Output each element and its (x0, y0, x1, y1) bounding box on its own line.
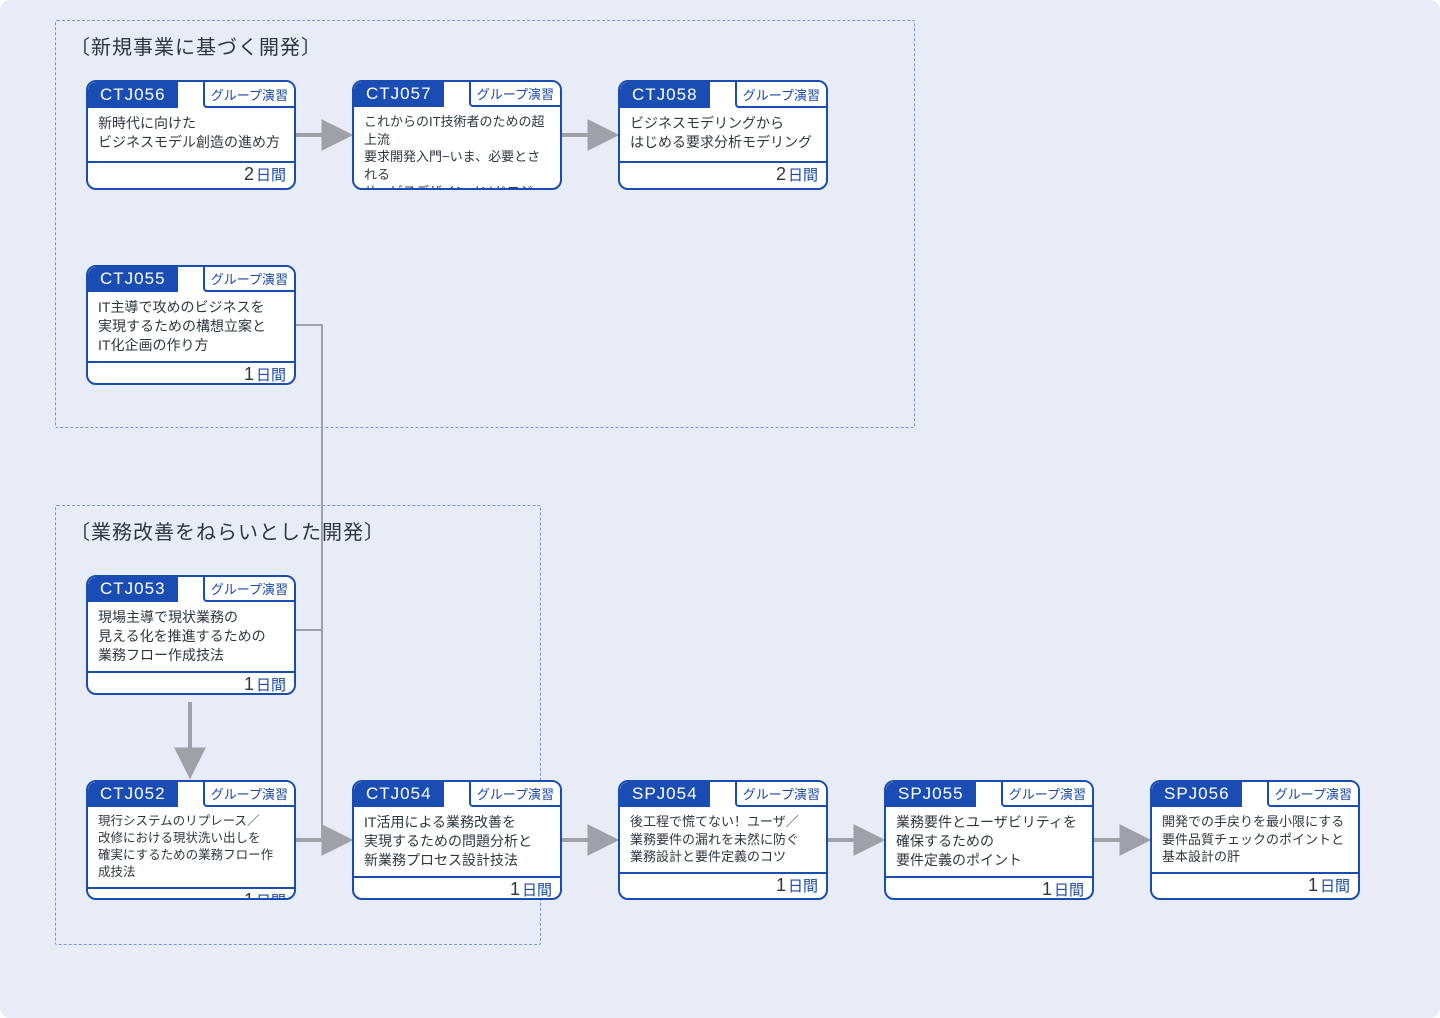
card-ctj052[interactable]: CTJ052 グループ演習 現行システムのリプレース／ 改修における現状洗い出し… (86, 780, 296, 900)
card-code: CTJ053 (88, 577, 178, 602)
card-title: IT活用による業務改善を 実現するための問題分析と 新業務プロセス設計技法 (354, 807, 560, 876)
diagram-canvas: 〔新規事業に基づく開発〕 〔業務改善をねらいとした開発〕 CTJ (0, 0, 1440, 1018)
zone-title-new-business: 〔新規事業に基づく開発〕 (70, 31, 322, 60)
card-ctj057[interactable]: CTJ057 グループ演習 これからのIT技術者のための超上流 要求開発入門−い… (352, 80, 562, 190)
card-code: SPJ056 (1152, 782, 1242, 807)
card-title: IT主導で攻めのビジネスを 実現するための構想立案と IT化企画の作り方 (88, 292, 294, 361)
card-duration-unit: 日間 (522, 879, 552, 900)
card-spj055[interactable]: SPJ055 グループ演習 業務要件とユーザビリティを 確保するための 要件定義… (884, 780, 1094, 900)
card-duration-unit: 日間 (788, 875, 818, 896)
card-tag: グループ演習 (203, 577, 294, 602)
card-duration-value: 2 (244, 164, 254, 185)
card-tag: グループ演習 (203, 82, 294, 108)
card-duration-value: 1 (1308, 875, 1318, 896)
card-title: 現行システムのリプレース／ 改修における現状洗い出しを 確実にするための業務フロ… (88, 807, 294, 887)
card-spj056[interactable]: SPJ056 グループ演習 開発での手戻りを最小限にする 要件品質チェックのポイ… (1150, 780, 1360, 900)
zone-title-improvement: 〔業務改善をねらいとした開発〕 (70, 516, 385, 545)
card-duration-value: 1 (510, 879, 520, 900)
card-duration-unit: 日間 (1320, 875, 1350, 896)
card-duration-value: 1 (244, 674, 254, 695)
card-tag: グループ演習 (1267, 782, 1358, 807)
card-code: CTJ052 (88, 782, 178, 807)
card-tag: グループ演習 (469, 82, 560, 107)
card-ctj054[interactable]: CTJ054 グループ演習 IT活用による業務改善を 実現するための問題分析と … (352, 780, 562, 900)
card-code: CTJ058 (620, 82, 710, 108)
card-code: SPJ055 (886, 782, 976, 807)
card-spj054[interactable]: SPJ054 グループ演習 後工程で慌てない！ユーザ／ 業務要件の漏れを未然に防… (618, 780, 828, 900)
card-title: 開発での手戻りを最小限にする 要件品質チェックのポイントと 基本設計の肝 (1152, 807, 1358, 872)
card-duration-unit: 日間 (1054, 879, 1084, 900)
card-tag: グループ演習 (203, 267, 294, 292)
card-tag: グループ演習 (1001, 782, 1092, 807)
card-duration-unit: 日間 (788, 164, 818, 185)
card-title: 後工程で慌てない！ユーザ／ 業務要件の漏れを未然に防ぐ 業務設計と要件定義のコツ (620, 807, 826, 872)
card-duration-value: 1 (776, 875, 786, 896)
card-ctj056[interactable]: CTJ056 グループ演習 新時代に向けた ビジネスモデル創造の進め方 2 日間 (86, 80, 296, 190)
card-code: CTJ055 (88, 267, 178, 292)
card-tag: グループ演習 (469, 782, 560, 807)
card-duration-value: 1 (244, 364, 254, 385)
card-code: SPJ054 (620, 782, 710, 807)
card-duration-value: 1 (1042, 879, 1052, 900)
card-title: これからのIT技術者のための超上流 要求開発入門−いま、必要とされる サービスデ… (354, 107, 560, 190)
card-code: CTJ054 (354, 782, 444, 807)
card-title: 業務要件とユーザビリティを 確保するための 要件定義のポイント (886, 807, 1092, 876)
card-tag: グループ演習 (735, 782, 826, 807)
card-title: ビジネスモデリングから はじめる要求分析モデリング (620, 108, 826, 161)
card-duration-value: 1 (244, 890, 254, 901)
card-tag: グループ演習 (203, 782, 294, 807)
card-duration-unit: 日間 (256, 674, 286, 695)
card-ctj053[interactable]: CTJ053 グループ演習 現場主導で現状業務の 見える化を推進するための 業務… (86, 575, 296, 695)
card-tag: グループ演習 (735, 82, 826, 108)
card-code: CTJ057 (354, 82, 444, 107)
card-duration-unit: 日間 (256, 890, 286, 901)
card-duration-unit: 日間 (256, 364, 286, 385)
card-duration-unit: 日間 (256, 164, 286, 185)
card-code: CTJ056 (88, 82, 178, 108)
card-ctj055[interactable]: CTJ055 グループ演習 IT主導で攻めのビジネスを 実現するための構想立案と… (86, 265, 296, 385)
card-ctj058[interactable]: CTJ058 グループ演習 ビジネスモデリングから はじめる要求分析モデリング … (618, 80, 828, 190)
card-title: 新時代に向けた ビジネスモデル創造の進め方 (88, 108, 294, 161)
card-title: 現場主導で現状業務の 見える化を推進するための 業務フロー作成技法 (88, 602, 294, 671)
card-duration-value: 2 (776, 164, 786, 185)
